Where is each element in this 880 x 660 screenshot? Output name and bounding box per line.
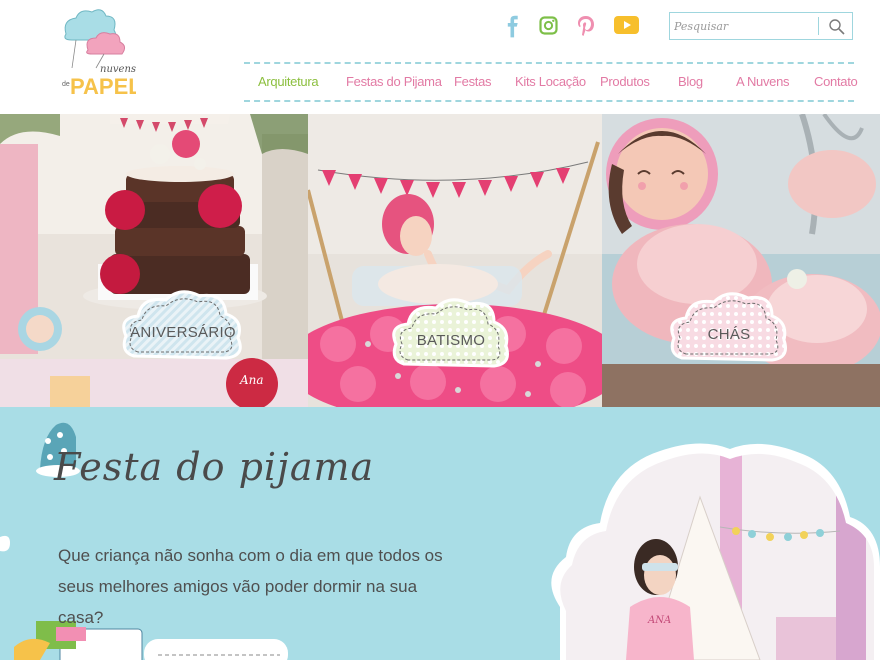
pajama-party-section: ANA Festa do pijama Que criança não sonh… (0, 407, 880, 660)
nav-item-contato[interactable]: Contato (814, 74, 858, 89)
search-box (669, 12, 853, 40)
search-divider (818, 17, 819, 35)
tile-aniversario[interactable]: Ana ANIVERSÁRIO (0, 114, 308, 407)
nav-item-festas[interactable]: Festas (454, 74, 492, 89)
section-title: Festa do pijama (54, 445, 375, 489)
tile-batismo[interactable]: BATISMO (308, 114, 602, 407)
nav-item-festas-do-pijama[interactable]: Festas do Pijama (346, 74, 442, 89)
cloud-badge-chas: CHÁS (668, 286, 790, 370)
facebook-icon[interactable] (506, 14, 520, 38)
site-header: nuvens de PAPEL Arquitetura Festas do Pi… (0, 0, 880, 114)
main-nav: Arquitetura Festas do Pijama Festas Kits… (244, 62, 858, 102)
instagram-icon[interactable] (539, 16, 559, 40)
tile-label: ANIVERSÁRIO (130, 324, 236, 341)
nav-item-kits-locacao[interactable]: Kits Locação (515, 74, 586, 89)
shirt-text: ANA (647, 615, 671, 626)
nav-item-arquitetura[interactable]: Arquitetura (258, 74, 319, 89)
nav-item-produtos[interactable]: Produtos (600, 74, 650, 89)
search-input[interactable] (674, 16, 814, 36)
nav-item-a-nuvens[interactable]: A Nuvens (736, 74, 790, 89)
tile-label: BATISMO (416, 332, 486, 349)
pinterest-icon[interactable] (577, 15, 595, 39)
site-logo[interactable]: nuvens de PAPEL (58, 6, 142, 99)
cloud-badge-batismo: BATISMO (390, 294, 512, 376)
svg-text:de: de (62, 81, 70, 88)
youtube-icon[interactable] (614, 16, 639, 40)
section-lede: Que criança não sonha com o dia em que t… (58, 546, 443, 627)
tile-label: CHÁS (707, 326, 751, 343)
category-tiles: Ana ANIVERSÁRIO BATISMO CHÁS (0, 114, 880, 407)
tile-chas[interactable]: CHÁS (602, 114, 880, 407)
svg-text:PAPEL: PAPEL (70, 74, 136, 98)
nav-item-blog[interactable]: Blog (678, 74, 703, 89)
cloud-badge-aniversario: ANIVERSÁRIO (120, 286, 246, 368)
search-icon[interactable] (828, 18, 846, 36)
svg-text:Ana: Ana (239, 373, 264, 387)
